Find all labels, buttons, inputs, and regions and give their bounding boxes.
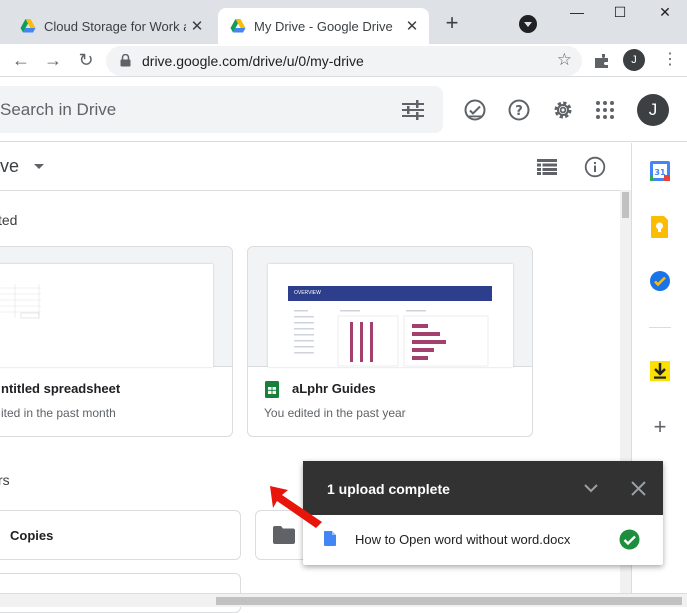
google-apps-icon[interactable]: [593, 98, 617, 122]
report-thumb-charts: [294, 310, 489, 367]
thumb-header-label: OVERVIEW: [294, 290, 321, 296]
extensions-icon[interactable]: [593, 53, 610, 70]
file-name: ntitled spreadsheet: [1, 381, 121, 396]
upload-progress-panel: 1 upload complete How to Open word witho…: [303, 461, 663, 565]
file-thumbnail: OVERVIEW: [248, 247, 532, 367]
upload-complete-check-icon: [619, 529, 640, 550]
scrollbar-thumb[interactable]: [622, 192, 629, 218]
tab-my-drive[interactable]: My Drive - Google Drive ✕: [218, 8, 429, 44]
tab-cloud-storage[interactable]: Cloud Storage for Work and ✕: [8, 8, 214, 44]
thumb-header-bar: OVERVIEW: [288, 286, 492, 301]
download-addon-icon[interactable]: [648, 359, 672, 383]
search-options-icon[interactable]: [402, 100, 424, 120]
google-drive-icon: [230, 19, 246, 33]
close-icon[interactable]: ✕: [401, 17, 423, 35]
browser-toolbar: ← → ↻ drive.google.com/drive/u/0/my-driv…: [0, 44, 687, 77]
back-icon[interactable]: ←: [10, 49, 32, 71]
my-drive-title[interactable]: ive: [0, 156, 19, 177]
file-meta: You edited in the past year: [264, 406, 406, 420]
lock-icon: [120, 54, 131, 67]
google-tasks-icon[interactable]: [648, 269, 672, 293]
new-tab-button[interactable]: +: [440, 12, 464, 36]
list-view-icon[interactable]: [537, 159, 557, 175]
upload-status-title: 1 upload complete: [327, 481, 450, 497]
offline-ready-icon[interactable]: [463, 98, 487, 122]
search-placeholder: Search in Drive: [0, 100, 117, 119]
bookmark-star-icon[interactable]: ☆: [557, 50, 572, 70]
google-sheets-icon: [265, 381, 279, 398]
header-divider: [0, 190, 620, 191]
file-card-alphr-guides[interactable]: OVERVIEW aLphr Guides You edited in the …: [247, 246, 533, 437]
google-drive-icon: [20, 19, 36, 33]
folders-section-label: rs: [0, 472, 10, 488]
chrome-menu-icon[interactable]: ⋮: [659, 49, 681, 71]
chevron-down-icon[interactable]: [583, 481, 599, 495]
uploaded-file-name: How to Open word without word.docx: [355, 532, 571, 547]
close-icon[interactable]: ✕: [186, 17, 208, 35]
close-icon[interactable]: [631, 481, 646, 496]
folder-copies[interactable]: Copies: [0, 510, 241, 560]
window-close-icon[interactable]: ✕: [650, 4, 680, 26]
address-bar[interactable]: drive.google.com/drive/u/0/my-drive ☆: [106, 46, 582, 76]
settings-gear-icon[interactable]: [551, 98, 575, 122]
file-thumbnail: [0, 247, 232, 367]
profile-avatar[interactable]: J: [623, 49, 645, 71]
url-text: drive.google.com/drive/u/0/my-drive: [142, 53, 364, 69]
minimize-icon[interactable]: —: [562, 4, 592, 26]
red-pointer-arrow: [270, 486, 322, 528]
reload-icon[interactable]: ↻: [75, 49, 97, 71]
scrollbar-thumb[interactable]: [216, 597, 682, 605]
tab-title: My Drive - Google Drive: [254, 18, 393, 34]
side-panel-divider: [649, 327, 671, 328]
forward-icon[interactable]: →: [42, 49, 64, 71]
file-meta: ited in the past month: [1, 406, 116, 420]
info-icon[interactable]: [584, 156, 606, 178]
spreadsheet-grid-thumb: [0, 284, 41, 319]
file-card-spreadsheet[interactable]: ntitled spreadsheet ited in the past mon…: [0, 246, 233, 437]
google-docs-icon: [324, 531, 336, 546]
google-calendar-icon[interactable]: 31: [648, 159, 672, 183]
tab-strip: Cloud Storage for Work and ✕ My Drive - …: [0, 0, 687, 44]
chevron-down-icon[interactable]: [34, 164, 44, 169]
maximize-icon[interactable]: ☐: [605, 4, 635, 26]
tab-title: Cloud Storage for Work and: [44, 18, 186, 34]
help-icon[interactable]: ?: [507, 98, 531, 122]
folder-name: Copies: [10, 528, 54, 543]
account-avatar[interactable]: J: [637, 94, 669, 126]
horizontal-scrollbar[interactable]: [0, 593, 687, 607]
drive-header: Search in Drive ? J: [0, 78, 687, 142]
svg-text:?: ?: [515, 104, 523, 119]
search-input[interactable]: Search in Drive: [0, 86, 443, 133]
google-keep-icon[interactable]: [648, 215, 672, 239]
add-addon-icon[interactable]: +: [650, 415, 670, 439]
tab-search-icon[interactable]: [519, 15, 537, 33]
suggested-section-label: ted: [0, 212, 18, 228]
file-name: aLphr Guides: [292, 381, 376, 396]
upload-panel-header: 1 upload complete: [303, 461, 663, 515]
